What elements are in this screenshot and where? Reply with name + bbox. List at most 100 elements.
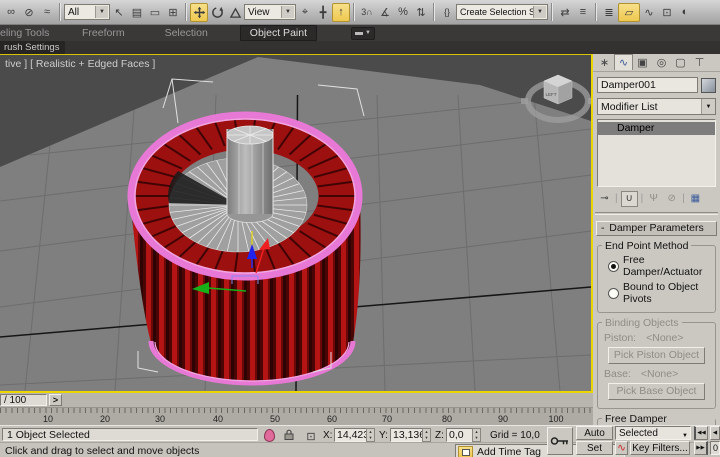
radio-icon xyxy=(608,288,619,299)
modifier-list-dropdown[interactable]: Modifier List ▼ xyxy=(597,98,716,115)
viewport-label[interactable]: tive ] [ Realistic + Edged Faces ] xyxy=(5,58,155,70)
base-value: <None> xyxy=(641,368,678,380)
y-coordinate-field[interactable]: 13,136 xyxy=(390,428,426,442)
x-spinner[interactable]: ▴▾ xyxy=(366,428,375,442)
toolbar-separator xyxy=(433,3,435,21)
piston-value: <None> xyxy=(646,332,683,344)
ruler-number: 30 xyxy=(152,414,168,424)
layer-manager-icon[interactable]: ≣ xyxy=(600,3,618,22)
curve-editor-icon[interactable]: ∿ xyxy=(640,3,658,22)
rectangular-selection-region-icon[interactable]: ▭ xyxy=(146,3,164,22)
unlink-selection-icon[interactable]: ⊘ xyxy=(20,3,38,22)
viewcube-face-label[interactable]: LEFT xyxy=(546,92,557,97)
configure-modifier-sets-icon[interactable]: ▦ xyxy=(688,192,703,206)
toolbar-separator xyxy=(595,3,597,21)
remove-modifier-icon[interactable]: ⊘ xyxy=(664,192,679,206)
z-spinner[interactable]: ▴▾ xyxy=(472,428,481,442)
keyboard-override-icon[interactable]: {} xyxy=(438,3,456,22)
window-crossing-icon[interactable]: ⊞ xyxy=(164,3,182,22)
select-and-link-icon[interactable]: ∞ xyxy=(2,3,20,22)
radio-free-damper[interactable]: Free Damper/Actuator xyxy=(608,254,711,278)
modifier-stack-item-damper[interactable]: Damper xyxy=(598,122,715,135)
make-unique-icon[interactable]: Ψ xyxy=(646,192,661,206)
mirror-icon[interactable]: ⇄ xyxy=(556,3,574,22)
tab-brush-settings[interactable]: rush Settings xyxy=(0,41,65,54)
time-slider-track[interactable]: / 100 > xyxy=(0,393,593,408)
select-and-move-icon[interactable] xyxy=(190,3,208,22)
key-mode-dropdown[interactable]: Selected ▼ xyxy=(615,426,691,440)
next-key-button[interactable]: ▶▶ xyxy=(694,441,708,455)
time-tag-icon[interactable] xyxy=(458,446,473,457)
ruler-number: 40 xyxy=(210,414,226,424)
free-damper-parameters-group: Free Damper Parameters Pin-to-Pin Height… xyxy=(597,418,716,425)
align-icon[interactable]: ≡ xyxy=(574,3,592,22)
object-name-field[interactable]: Damper001 xyxy=(597,77,698,93)
x-coordinate-field[interactable]: 14,423 xyxy=(334,428,370,442)
selection-lock-icon[interactable] xyxy=(284,429,294,443)
modifier-stack[interactable]: Damper xyxy=(597,119,716,187)
next-frame-button[interactable]: > xyxy=(49,394,62,406)
damper-object[interactable] xyxy=(130,115,361,385)
modify-tab-icon[interactable]: ∿ xyxy=(614,54,633,70)
create-tab-icon[interactable]: ∗ xyxy=(595,54,614,70)
perspective-viewport[interactable]: tive ] [ Realistic + Edged Faces ] xyxy=(0,54,593,393)
use-pivot-point-center-icon[interactable]: ⌖ xyxy=(296,3,314,22)
key-filters-button[interactable]: Key Filters... xyxy=(630,441,690,455)
binding-objects-group: Binding Objects Piston: <None> Pick Pist… xyxy=(597,322,716,409)
spinner-snap-icon[interactable]: ⇅ xyxy=(412,3,430,22)
select-and-scale-icon[interactable] xyxy=(226,3,244,22)
end-point-method-group: End Point Method Free Damper/Actuator Bo… xyxy=(597,245,716,313)
schematic-view-icon[interactable]: ⊡ xyxy=(658,3,676,22)
pick-piston-object-button[interactable]: Pick Piston Object xyxy=(608,347,705,364)
utilities-tab-icon[interactable]: ⊤ xyxy=(690,54,709,70)
render-setup-icon[interactable]: ◐ xyxy=(676,3,694,22)
reference-coordinate-dropdown[interactable]: View ▼ xyxy=(244,4,296,20)
ruler-number: 80 xyxy=(439,414,455,424)
piston-label: Piston: xyxy=(604,332,636,344)
radio-label: Bound to Object Pivots xyxy=(623,281,711,305)
tab-freeform[interactable]: Freeform xyxy=(82,27,125,39)
track-bar-ruler[interactable]: 10 20 30 40 50 60 70 80 90 100 xyxy=(0,408,593,425)
ruler-number: 10 xyxy=(40,414,56,424)
auto-key-button[interactable]: Auto Key xyxy=(576,426,613,440)
selection-filter-dropdown[interactable]: All ▼ xyxy=(64,4,110,20)
motion-tab-icon[interactable]: ◎ xyxy=(652,54,671,70)
tab-object-paint[interactable]: Object Paint xyxy=(240,25,317,41)
modifier-list-value: Modifier List xyxy=(601,101,658,113)
display-tab-icon[interactable]: ▢ xyxy=(671,54,690,70)
radio-bound-to-pivots[interactable]: Bound to Object Pivots xyxy=(608,281,711,305)
new-key-curve-icon[interactable]: ∿ xyxy=(615,441,628,455)
pin-stack-icon[interactable]: ⊸ xyxy=(597,192,612,206)
go-to-start-button[interactable]: ◀◀ xyxy=(694,426,708,440)
angle-snap-icon[interactable]: ∡ xyxy=(376,3,394,22)
hierarchy-tab-icon[interactable]: ▣ xyxy=(633,54,652,70)
pick-base-object-button[interactable]: Pick Base Object xyxy=(608,383,705,400)
percent-snap-icon[interactable]: % xyxy=(394,3,412,22)
current-frame-field[interactable]: 0 xyxy=(710,441,720,455)
set-key-button[interactable]: Set Key xyxy=(576,441,613,455)
previous-frame-button[interactable]: ◀ xyxy=(710,426,720,440)
ribbon-toggle-icon[interactable]: ↑ xyxy=(332,3,350,22)
select-and-rotate-icon[interactable] xyxy=(208,3,226,22)
select-by-name-icon[interactable]: ▤ xyxy=(128,3,146,22)
bind-to-space-warp-icon[interactable]: ≈ xyxy=(38,3,56,22)
object-color-swatch[interactable] xyxy=(701,78,716,93)
select-and-manipulate-icon[interactable]: ╋ xyxy=(314,3,332,22)
y-spinner[interactable]: ▴▾ xyxy=(422,428,431,442)
ribbon-overflow-icon[interactable]: ▼ xyxy=(351,27,375,40)
toolbar-separator xyxy=(353,3,355,21)
tab-modeling-tools[interactable]: eling Tools xyxy=(0,27,55,39)
show-end-result-icon[interactable]: ∪ xyxy=(621,191,638,207)
set-keys-button[interactable] xyxy=(547,427,573,455)
scene-explorer-icon[interactable]: ▱ xyxy=(618,3,640,22)
rollout-collapse-icon[interactable]: - xyxy=(601,222,605,235)
snaps-toggle-icon[interactable]: 3∩ xyxy=(358,3,376,22)
time-slider-handle[interactable]: / 100 xyxy=(0,394,47,406)
damper-parameters-rollout[interactable]: - Damper Parameters xyxy=(596,221,717,236)
add-time-tag-label[interactable]: Add Time Tag xyxy=(477,446,541,457)
named-selection-set-dropdown[interactable]: Create Selection Se ▼ xyxy=(456,4,548,20)
ruler-number: 100 xyxy=(548,414,564,424)
tab-selection[interactable]: Selection xyxy=(165,27,208,39)
select-object-icon[interactable]: ↖ xyxy=(110,3,128,22)
isolate-selection-icon[interactable] xyxy=(264,429,275,442)
